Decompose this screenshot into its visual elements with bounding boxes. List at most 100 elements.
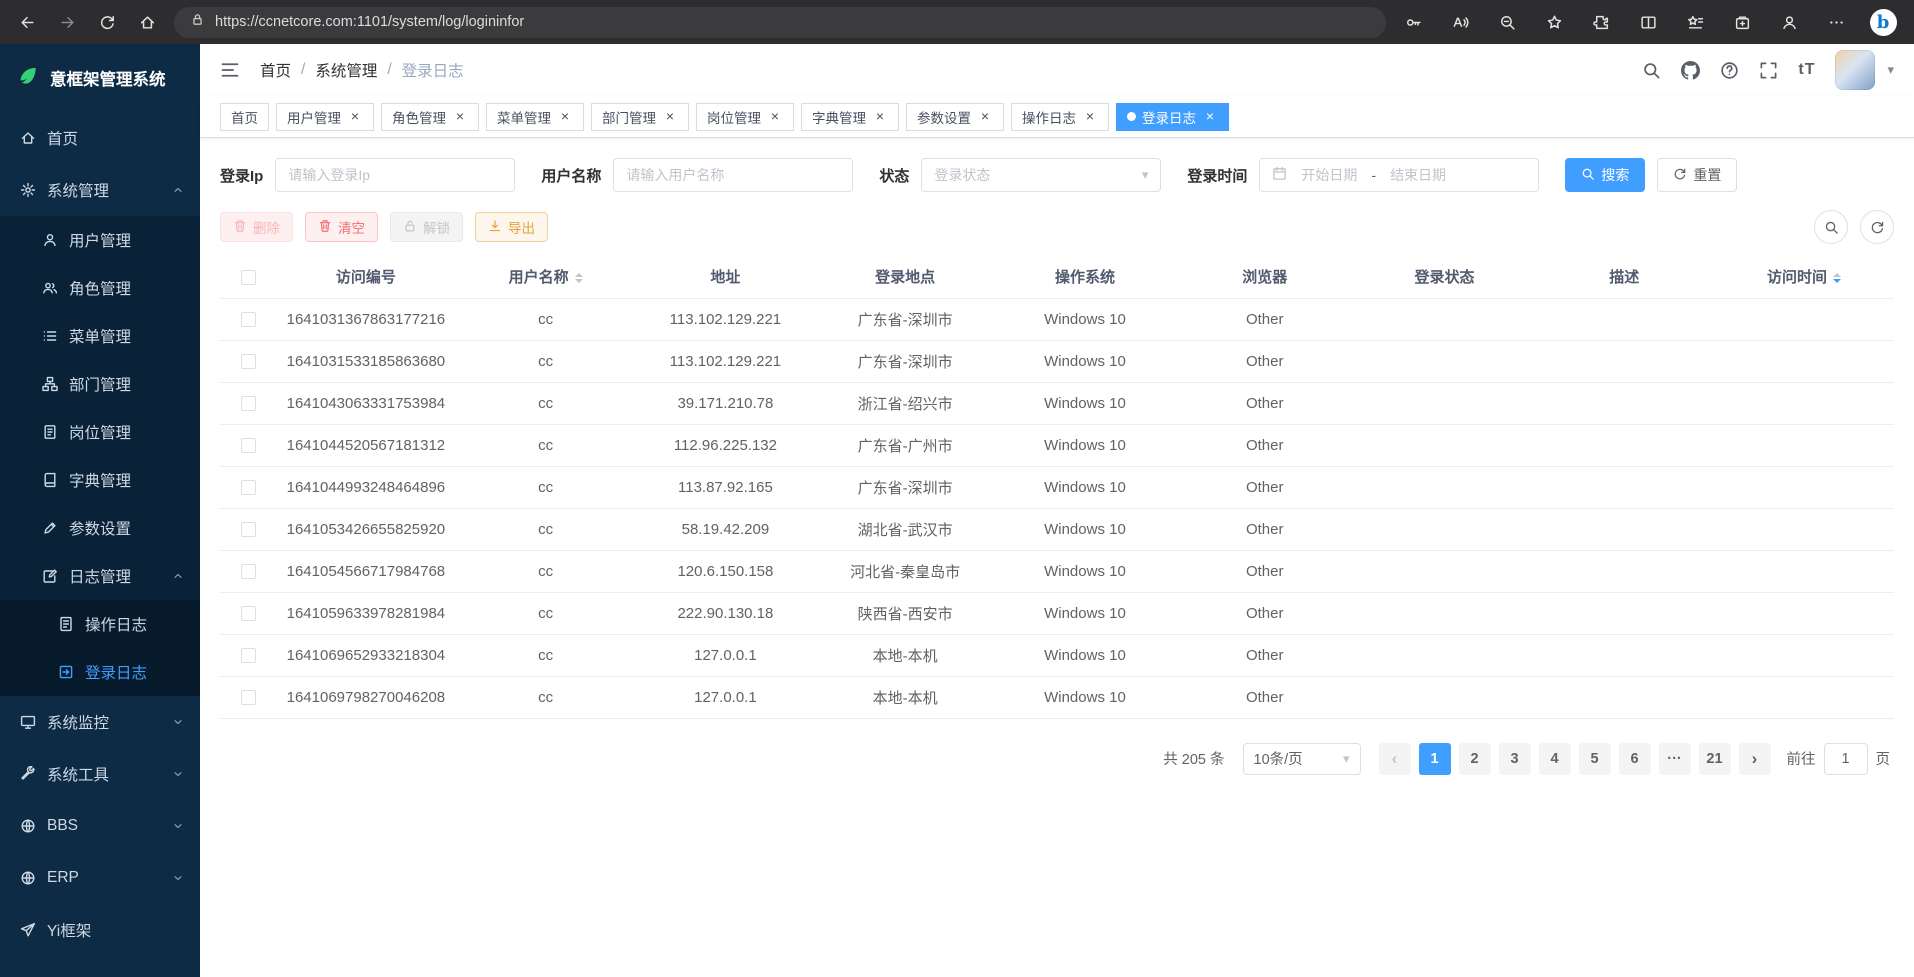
- forward-icon[interactable]: [50, 5, 84, 39]
- breadcrumb-item[interactable]: / 登录日志: [377, 59, 463, 81]
- page-button[interactable]: 21: [1699, 743, 1731, 775]
- question-icon[interactable]: [1720, 61, 1739, 80]
- sidebar-item[interactable]: 登录日志: [0, 648, 200, 696]
- row-checkbox[interactable]: [241, 438, 256, 453]
- column-header[interactable]: 登录地点: [815, 256, 995, 298]
- sidebar-item[interactable]: BBS: [0, 800, 200, 852]
- row-checkbox[interactable]: [241, 480, 256, 495]
- collapse-sidebar-icon[interactable]: [220, 60, 240, 80]
- date-range-picker[interactable]: 开始日期 - 结束日期: [1259, 158, 1539, 192]
- sidebar-item[interactable]: 岗位管理: [0, 408, 200, 456]
- tab-close-icon[interactable]: ×: [1202, 109, 1218, 125]
- bing-icon[interactable]: b: [1866, 5, 1900, 39]
- sort-desc-caret[interactable]: [1833, 279, 1841, 283]
- row-checkbox[interactable]: [241, 396, 256, 411]
- extensions-icon[interactable]: [1584, 5, 1618, 39]
- tab-close-icon[interactable]: ×: [767, 109, 783, 125]
- tab[interactable]: 首页: [220, 103, 269, 131]
- reset-button[interactable]: 重置: [1657, 158, 1737, 192]
- page-button[interactable]: 6: [1619, 743, 1651, 775]
- home-icon[interactable]: [130, 5, 164, 39]
- sidebar-item[interactable]: 首页: [0, 112, 200, 164]
- page-button[interactable]: ···: [1659, 743, 1691, 775]
- column-header[interactable]: 登录状态: [1355, 256, 1535, 298]
- page-button[interactable]: 3: [1499, 743, 1531, 775]
- page-button[interactable]: 4: [1539, 743, 1571, 775]
- row-checkbox[interactable]: [241, 522, 256, 537]
- page-button[interactable]: 2: [1459, 743, 1491, 775]
- more-icon[interactable]: [1819, 5, 1853, 39]
- page-size-select[interactable]: 10条/页 ▾: [1243, 743, 1361, 775]
- row-checkbox[interactable]: [241, 312, 256, 327]
- read-aloud-icon[interactable]: [1443, 5, 1477, 39]
- column-header[interactable]: 访问编号: [276, 256, 456, 298]
- search-icon[interactable]: [1642, 61, 1661, 80]
- tab-close-icon[interactable]: ×: [977, 109, 993, 125]
- sidebar-item[interactable]: 操作日志: [0, 600, 200, 648]
- sidebar-item[interactable]: 菜单管理: [0, 312, 200, 360]
- tab[interactable]: 角色管理 ×: [381, 103, 479, 131]
- github-icon[interactable]: [1681, 61, 1700, 80]
- next-page-button[interactable]: ›: [1739, 743, 1771, 775]
- tab-close-icon[interactable]: ×: [347, 109, 363, 125]
- toolbar-button[interactable]: 清空: [305, 212, 378, 242]
- goto-page-input[interactable]: [1824, 743, 1868, 775]
- tab[interactable]: 用户管理 ×: [276, 103, 374, 131]
- column-header[interactable]: 浏览器: [1175, 256, 1355, 298]
- page-button[interactable]: 5: [1579, 743, 1611, 775]
- column-header[interactable]: 访问时间: [1714, 256, 1894, 298]
- breadcrumb-item[interactable]: / 首页: [260, 59, 291, 81]
- favorite-add-icon[interactable]: [1537, 5, 1571, 39]
- app-logo[interactable]: 意框架管理系统: [0, 44, 200, 112]
- refresh-icon[interactable]: [1860, 210, 1894, 244]
- tab-close-icon[interactable]: ×: [662, 109, 678, 125]
- sort-asc-caret[interactable]: [575, 273, 583, 277]
- back-icon[interactable]: [10, 5, 44, 39]
- sort-carets[interactable]: [1833, 273, 1841, 283]
- sidebar-item[interactable]: 用户管理: [0, 216, 200, 264]
- sidebar-item[interactable]: 日志管理: [0, 552, 200, 600]
- profile-icon[interactable]: [1772, 5, 1806, 39]
- sidebar-item[interactable]: 系统管理: [0, 164, 200, 216]
- row-checkbox[interactable]: [241, 564, 256, 579]
- tab[interactable]: 菜单管理 ×: [486, 103, 584, 131]
- sidebar-item[interactable]: 系统工具: [0, 748, 200, 800]
- tab-close-icon[interactable]: ×: [872, 109, 888, 125]
- tab-close-icon[interactable]: ×: [1082, 109, 1098, 125]
- select-all-checkbox[interactable]: [241, 270, 256, 285]
- prev-page-button[interactable]: ‹: [1379, 743, 1411, 775]
- sidebar-item[interactable]: 字典管理: [0, 456, 200, 504]
- url-bar[interactable]: https://ccnetcore.com:1101/system/log/lo…: [174, 7, 1386, 38]
- column-header[interactable]: 地址: [636, 256, 816, 298]
- row-checkbox[interactable]: [241, 648, 256, 663]
- row-checkbox[interactable]: [241, 606, 256, 621]
- tab[interactable]: 字典管理 ×: [801, 103, 899, 131]
- tab-close-icon[interactable]: ×: [452, 109, 468, 125]
- tab[interactable]: 部门管理 ×: [591, 103, 689, 131]
- tab[interactable]: 操作日志 ×: [1011, 103, 1109, 131]
- sort-desc-caret[interactable]: [575, 279, 583, 283]
- tab[interactable]: 岗位管理 ×: [696, 103, 794, 131]
- sidebar-item[interactable]: Yi框架: [0, 904, 200, 956]
- status-select[interactable]: 登录状态 ▾: [921, 158, 1161, 192]
- breadcrumb-item[interactable]: / 系统管理: [291, 59, 377, 81]
- toolbar-button[interactable]: 删除: [220, 212, 293, 242]
- search-button[interactable]: 搜索: [1565, 158, 1645, 192]
- tab[interactable]: 登录日志 ×: [1116, 103, 1229, 131]
- zoom-out-icon[interactable]: [1490, 5, 1524, 39]
- toolbar-button[interactable]: 解锁: [390, 212, 463, 242]
- sidebar-item[interactable]: ERP: [0, 852, 200, 904]
- sidebar-item[interactable]: 角色管理: [0, 264, 200, 312]
- caret-down-icon[interactable]: ▾: [1887, 62, 1894, 78]
- user-avatar[interactable]: [1835, 50, 1875, 90]
- column-header[interactable]: 操作系统: [995, 256, 1175, 298]
- favorites-bar-icon[interactable]: [1678, 5, 1712, 39]
- row-checkbox[interactable]: [241, 354, 256, 369]
- sidebar-item[interactable]: 系统监控: [0, 696, 200, 748]
- tab-close-icon[interactable]: ×: [557, 109, 573, 125]
- split-screen-icon[interactable]: [1631, 5, 1665, 39]
- sort-asc-caret[interactable]: [1833, 273, 1841, 277]
- toolbar-button[interactable]: 导出: [475, 212, 548, 242]
- user-name-input[interactable]: [613, 158, 853, 192]
- column-header[interactable]: 描述: [1534, 256, 1714, 298]
